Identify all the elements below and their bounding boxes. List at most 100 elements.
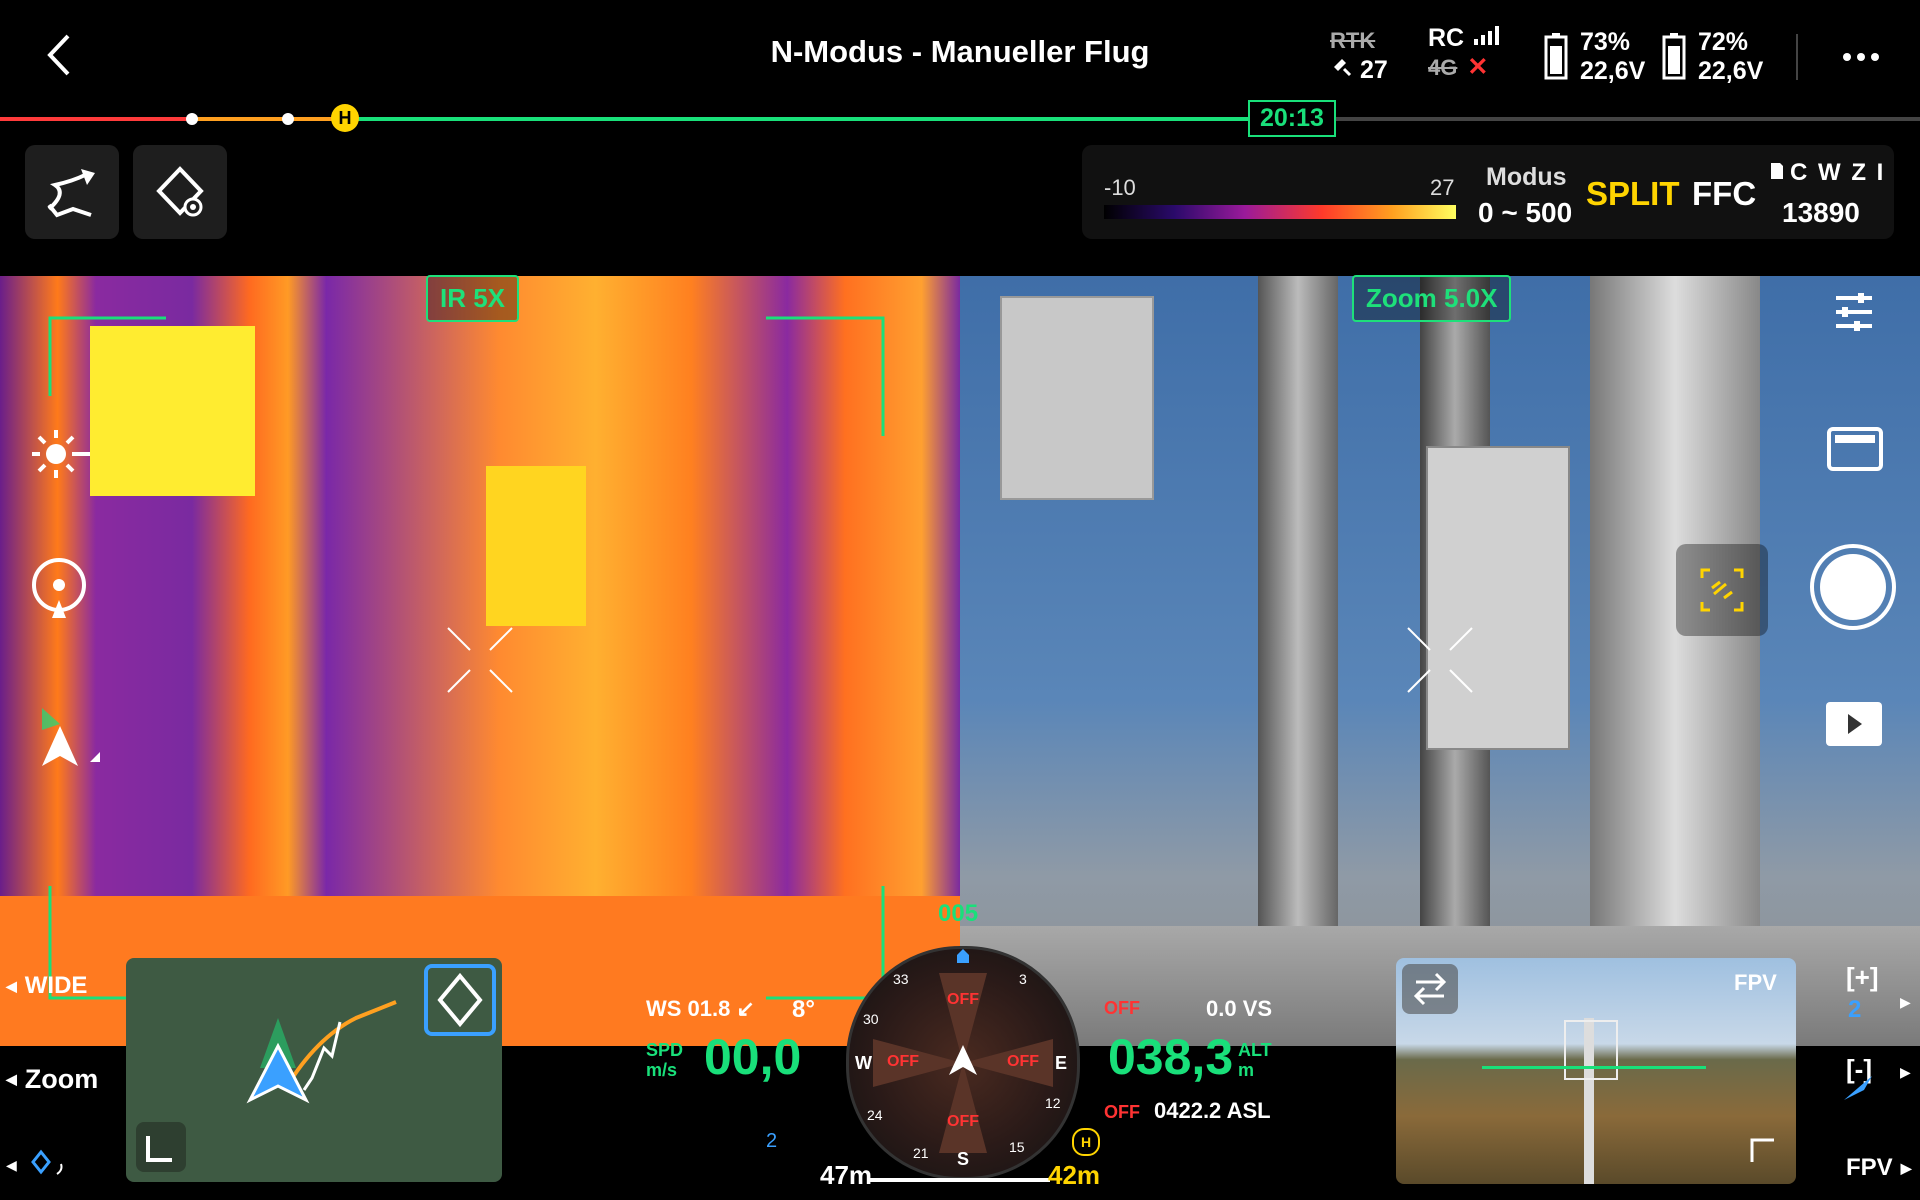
compass-tick: 15 [1009,1139,1025,1155]
ir-lens-label[interactable]: IR 5X [426,275,520,322]
waypoint-icon [29,1148,67,1183]
ir-camera-view[interactable] [0,276,960,1046]
altitude-labels: ALT m [1238,1040,1272,1080]
battery-2-percent: 72% [1698,28,1749,56]
top-bar: N-Modus - Manueller Flug RTK 27 RC 4G ✕ … [0,0,1920,112]
wide-button[interactable]: ◀ WIDE [6,972,87,1000]
distance-right: 42m [1048,1160,1101,1190]
disconnected-icon: ✕ [1467,53,1489,81]
visibility-button[interactable] [133,145,227,239]
battery-2: 72% 22,6V [1698,28,1763,86]
storage-status[interactable]: C W Z I [1770,159,1885,187]
satellite-icon [1330,55,1354,86]
zoom-in-button[interactable]: [+] [1846,962,1879,993]
link-sync-button[interactable] [1676,544,1768,636]
compass-tick: 24 [867,1107,883,1123]
compass-tick: 12 [1045,1095,1061,1111]
expand-corner-icon[interactable] [1748,1136,1778,1171]
gimbal-angle: 8° [792,996,815,1023]
wind-speed: WS 01.8 ↙ [646,996,755,1022]
swap-view-button[interactable] [1402,964,1458,1014]
chevron-left-icon: ◀ [6,1157,17,1173]
chevron-left-icon: ◀ [6,1071,17,1087]
compass-e: E [1055,1053,1068,1073]
route-button[interactable] [25,145,119,239]
battery-icon [1544,32,1568,85]
shutter-inner [1820,554,1886,620]
thermal-settings-panel[interactable]: -10 27 Modus 0 ~ 500 SPLIT FFC C W Z I 1… [1082,145,1894,239]
battery-icon [1662,32,1686,85]
compass-tick: 3 [1019,971,1027,987]
link-icon [1700,568,1744,612]
chevron-right-icon[interactable]: ▶ [1900,1064,1911,1081]
thermal-scale-max: 27 [1430,175,1455,200]
swap-icon [1413,972,1447,1006]
more-menu-icon[interactable] [1842,50,1880,68]
storage-label: C W Z I [1790,159,1886,186]
rtk-status[interactable]: RTK 27 [1330,26,1388,86]
thermal-palette-bar[interactable] [1104,205,1456,219]
altitude-value: 038,3 [1108,1029,1234,1085]
zoom-crosshair [1407,627,1473,693]
asl-off: OFF [1104,1102,1140,1122]
thermal-scale-min: -10 [1104,175,1136,200]
expand-corner-icon [146,1136,172,1162]
brightness-icon[interactable] [28,426,92,487]
aircraft-nav-icon[interactable] [36,700,102,775]
compass-attitude-indicator: OFF OFF OFF OFF W E S 33 3 30 12 24 21 1… [846,946,1080,1180]
compass-tick: 30 [863,1011,879,1027]
home-icon: H [1072,1128,1100,1156]
chevron-right-icon[interactable]: ▶ [1900,994,1911,1011]
compass-e-off: OFF [1007,1053,1039,1070]
speed-label: SPD [646,1040,684,1060]
camera-settings-icon[interactable] [1832,290,1876,339]
zoom-step-count: 2 [1848,996,1862,1023]
fpv-mini-view[interactable]: FPV [1396,958,1796,1184]
zoom-lens-label[interactable]: Zoom 5.0X [1352,275,1512,322]
minimap[interactable] [126,958,502,1182]
battery-1: 73% 22,6V [1580,28,1645,86]
pan-direction-icon[interactable] [1842,1072,1876,1107]
wind-speed-value: WS 01.8 [646,996,731,1021]
map-expand-button[interactable] [136,1122,186,1172]
compass-w: W [855,1053,872,1073]
distance-left: 47m [820,1160,873,1190]
wind-direction-arrow: ↙ [736,996,755,1021]
horizon-line [1482,1066,1706,1069]
satellite-count: 27 [1360,56,1388,84]
playback-button[interactable] [1826,702,1882,746]
battery-1-percent: 73% [1580,28,1631,56]
vertical-speed: 0.0 VS [1206,996,1273,1021]
fpv-label: FPV [1846,1154,1893,1181]
rc-status[interactable]: RC 4G ✕ [1428,24,1500,82]
zoom-camera-view[interactable] [960,276,1920,1046]
pin-eye-icon [156,166,204,217]
chevron-right-icon: ▶ [1900,1159,1912,1176]
modus-range[interactable]: 0 ~ 500 [1478,197,1572,229]
ffc-button[interactable]: FFC [1692,175,1756,213]
photo-mode-icon[interactable] [1826,426,1884,477]
split-button[interactable]: SPLIT [1586,175,1680,213]
fpv-switch-button[interactable]: FPV ▶ [1846,1154,1911,1182]
battery-1-voltage: 22,6V [1580,57,1646,85]
route-icon [47,169,95,218]
altitude-unit: m [1238,1060,1255,1080]
shutter-button[interactable] [1810,544,1896,630]
home-point-marker: H [331,104,359,132]
asl-value: 0422.2 ASL [1154,1098,1271,1123]
rc-label: RC [1428,24,1465,52]
target-lock-icon[interactable] [30,556,88,625]
flight-timeline[interactable] [0,112,1920,126]
compass-s: S [957,1149,970,1169]
rtk-label: RTK [1330,28,1376,53]
compass-s-off: OFF [947,1113,979,1130]
chevron-left-icon: ◀ [6,977,17,994]
speed-value: 00,0 [704,1029,802,1085]
network-4g-label: 4G [1428,55,1458,80]
zoom-control[interactable]: ◀ Zoom [6,1064,98,1095]
map-layer-control[interactable]: ◀ [6,1148,67,1183]
speed-labels: SPD m/s [646,1040,683,1080]
divider [1796,34,1798,80]
compass-w-off: OFF [887,1053,919,1070]
modus-label: Modus [1486,163,1567,191]
